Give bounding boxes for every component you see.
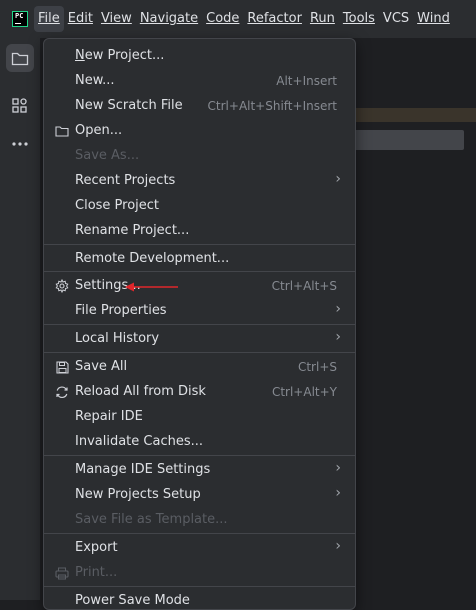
menu-item-print: Print... [44,561,355,586]
file-menu-dropdown: New Project... New... Alt+Insert New Scr… [43,38,356,610]
menu-item-label: Print... [75,565,118,580]
reload-icon [54,384,70,400]
menu-item-label: Power Save Mode [75,593,190,608]
menu-item-file-properties[interactable]: File Properties › [44,299,355,324]
menu-item-label: New Scratch File [75,98,183,113]
menu-item-label: Save All [75,359,128,374]
menu-vcs[interactable]: VCS [379,6,413,32]
annotation-arrow-icon [125,282,178,292]
menu-item-label: Open... [75,123,123,138]
menu-separator [44,271,355,272]
menu-item-label: Local History [75,331,160,346]
menu-separator [44,586,355,587]
chevron-right-icon: › [335,329,341,345]
menu-code[interactable]: Code [202,6,243,32]
folder-icon [54,123,70,139]
tool-window-strip [0,38,41,600]
menu-item-close-project[interactable]: Close Project [44,194,355,219]
menu-separator [44,455,355,456]
menu-item-save-all[interactable]: Save All Ctrl+S [44,355,355,380]
menu-tools[interactable]: Tools [339,6,379,32]
menu-item-label: New... [75,73,115,88]
menu-item-new[interactable]: New... Alt+Insert [44,69,355,94]
menu-item-label: Export [75,540,118,555]
shortcut: Ctrl+Alt+Shift+Insert [207,99,337,113]
menu-item-new-project[interactable]: New Project... [44,44,355,69]
menu-edit[interactable]: Edit [64,6,97,32]
menu-item-open[interactable]: Open... [44,119,355,144]
menu-item-label: Invalidate Caches... [75,434,204,449]
menu-window[interactable]: Wind [413,6,454,32]
menu-item-label: New Project... [75,48,165,63]
chevron-right-icon: › [335,485,341,501]
menu-separator [44,533,355,534]
chevron-right-icon: › [335,460,341,476]
menu-item-local-history[interactable]: Local History › [44,327,355,352]
menu-navigate[interactable]: Navigate [136,6,202,32]
shortcut: Ctrl+Alt+S [271,279,337,293]
menu-item-label: Recent Projects [75,173,176,188]
shortcut: Ctrl+S [297,360,337,374]
more-icon[interactable] [6,130,34,158]
menu-file[interactable]: File [34,6,64,32]
menu-item-label: New Projects Setup [75,487,201,502]
menu-item-invalidate-caches[interactable]: Invalidate Caches... [44,430,355,455]
menu-view[interactable]: View [97,6,136,32]
menu-item-label: Close Project [75,198,160,213]
menu-item-label: Reload All from Disk [75,384,206,399]
menu-item-settings[interactable]: Settings... Ctrl+Alt+S [44,274,355,299]
menu-item-new-projects-setup[interactable]: New Projects Setup › [44,483,355,508]
menu-item-manage-ide-settings[interactable]: Manage IDE Settings › [44,458,355,483]
menu-item-label: Manage IDE Settings [75,462,211,477]
menu-separator [44,324,355,325]
shortcut: Ctrl+Alt+Y [271,385,337,399]
structure-icon[interactable] [6,92,34,120]
menu-item-reload-all-from-disk[interactable]: Reload All from Disk Ctrl+Alt+Y [44,380,355,405]
chevron-right-icon: › [335,538,341,554]
menu-item-remote-development[interactable]: Remote Development... [44,247,355,272]
save-icon [54,359,70,375]
menu-item-new-scratch-file[interactable]: New Scratch File Ctrl+Alt+Shift+Insert [44,94,355,119]
menu-separator [44,244,355,245]
menu-item-label: Rename Project... [75,223,190,238]
menu-separator [44,352,355,353]
menu-refactor[interactable]: Refactor [243,6,306,32]
chevron-right-icon: › [335,171,341,187]
menu-item-recent-projects[interactable]: Recent Projects › [44,169,355,194]
project-folder-icon[interactable] [6,44,34,72]
main-menu-bar: PC File Edit View Navigate Code Refactor… [0,0,476,38]
print-icon [54,565,70,581]
menu-item-save-file-as-template: Save File as Template... [44,508,355,533]
shortcut: Alt+Insert [276,74,337,88]
gear-icon [54,278,70,294]
menu-item-repair-ide[interactable]: Repair IDE [44,405,355,430]
menu-item-label: Save File as Template... [75,512,228,527]
menu-item-label: Remote Development... [75,251,230,266]
menu-run[interactable]: Run [306,6,339,32]
menu-item-save-as: Save As... [44,144,355,169]
menu-item-label: Repair IDE [75,409,143,424]
chevron-right-icon: › [335,301,341,317]
pycharm-logo-icon: PC [12,11,28,27]
menu-item-export[interactable]: Export › [44,536,355,561]
menu-item-label: File Properties [75,303,167,318]
menu-item-rename-project[interactable]: Rename Project... [44,219,355,244]
menu-item-label: Save As... [75,148,140,163]
